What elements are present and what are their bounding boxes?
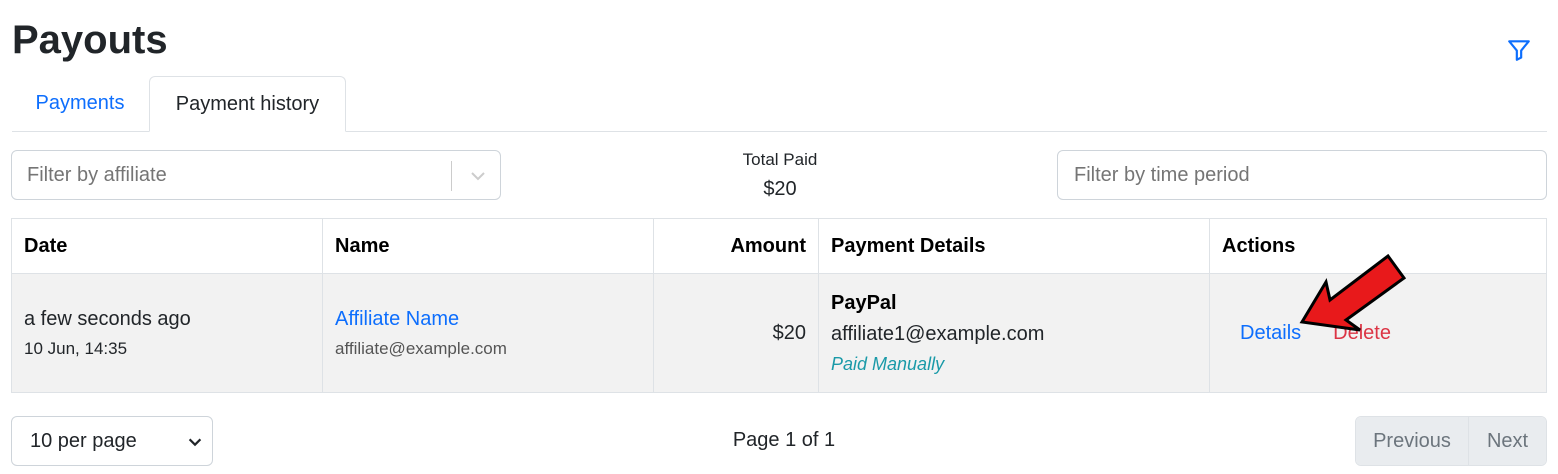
- select-separator: [451, 161, 452, 191]
- tab-payment-history[interactable]: Payment history: [149, 76, 346, 132]
- header-date: Date: [11, 218, 323, 274]
- total-paid-summary: Total Paid $20: [680, 150, 880, 201]
- next-button[interactable]: Next: [1469, 417, 1546, 465]
- name-cell: Affiliate Name affiliate@example.com: [322, 273, 654, 393]
- tab-bar: Payments Payment history: [12, 76, 1547, 132]
- payment-note: Paid Manually: [831, 353, 945, 374]
- previous-button[interactable]: Previous: [1356, 417, 1469, 465]
- affiliate-filter-placeholder: Filter by affiliate: [27, 164, 167, 186]
- affiliate-email: affiliate@example.com: [335, 338, 507, 358]
- payment-method: PayPal: [831, 291, 897, 314]
- amount-cell: $20: [653, 273, 819, 393]
- payment-details-cell: PayPal affiliate1@example.com Paid Manua…: [818, 273, 1210, 393]
- date-absolute: 10 Jun, 14:35: [24, 338, 128, 358]
- affiliate-name-link[interactable]: Affiliate Name: [335, 308, 641, 331]
- date-relative: a few seconds ago: [24, 307, 191, 330]
- date-cell: a few seconds ago 10 Jun, 14:35: [11, 273, 323, 393]
- chevron-down-icon: [188, 438, 202, 447]
- total-paid-label: Total Paid: [742, 150, 818, 169]
- header-amount: Amount: [653, 218, 819, 274]
- red-arrow-annotation: [1299, 253, 1407, 332]
- pagination-controls: Previous Next: [1355, 416, 1547, 466]
- time-period-filter-input[interactable]: [1057, 150, 1547, 200]
- header-name: Name: [322, 218, 654, 274]
- per-page-select[interactable]: 10 per page: [11, 416, 213, 466]
- header-payment-details: Payment Details: [818, 218, 1210, 274]
- page-title: Payouts: [12, 18, 168, 62]
- affiliate-filter-select[interactable]: Filter by affiliate: [11, 150, 501, 200]
- total-paid-value: $20: [763, 178, 797, 200]
- per-page-label: 10 per page: [30, 430, 137, 452]
- tab-payments[interactable]: Payments: [12, 76, 148, 131]
- chevron-down-icon[interactable]: [468, 166, 488, 186]
- filter-icon[interactable]: [1506, 37, 1532, 63]
- payment-email: affiliate1@example.com: [831, 322, 1045, 345]
- page-info: Page 1 of 1: [732, 429, 836, 451]
